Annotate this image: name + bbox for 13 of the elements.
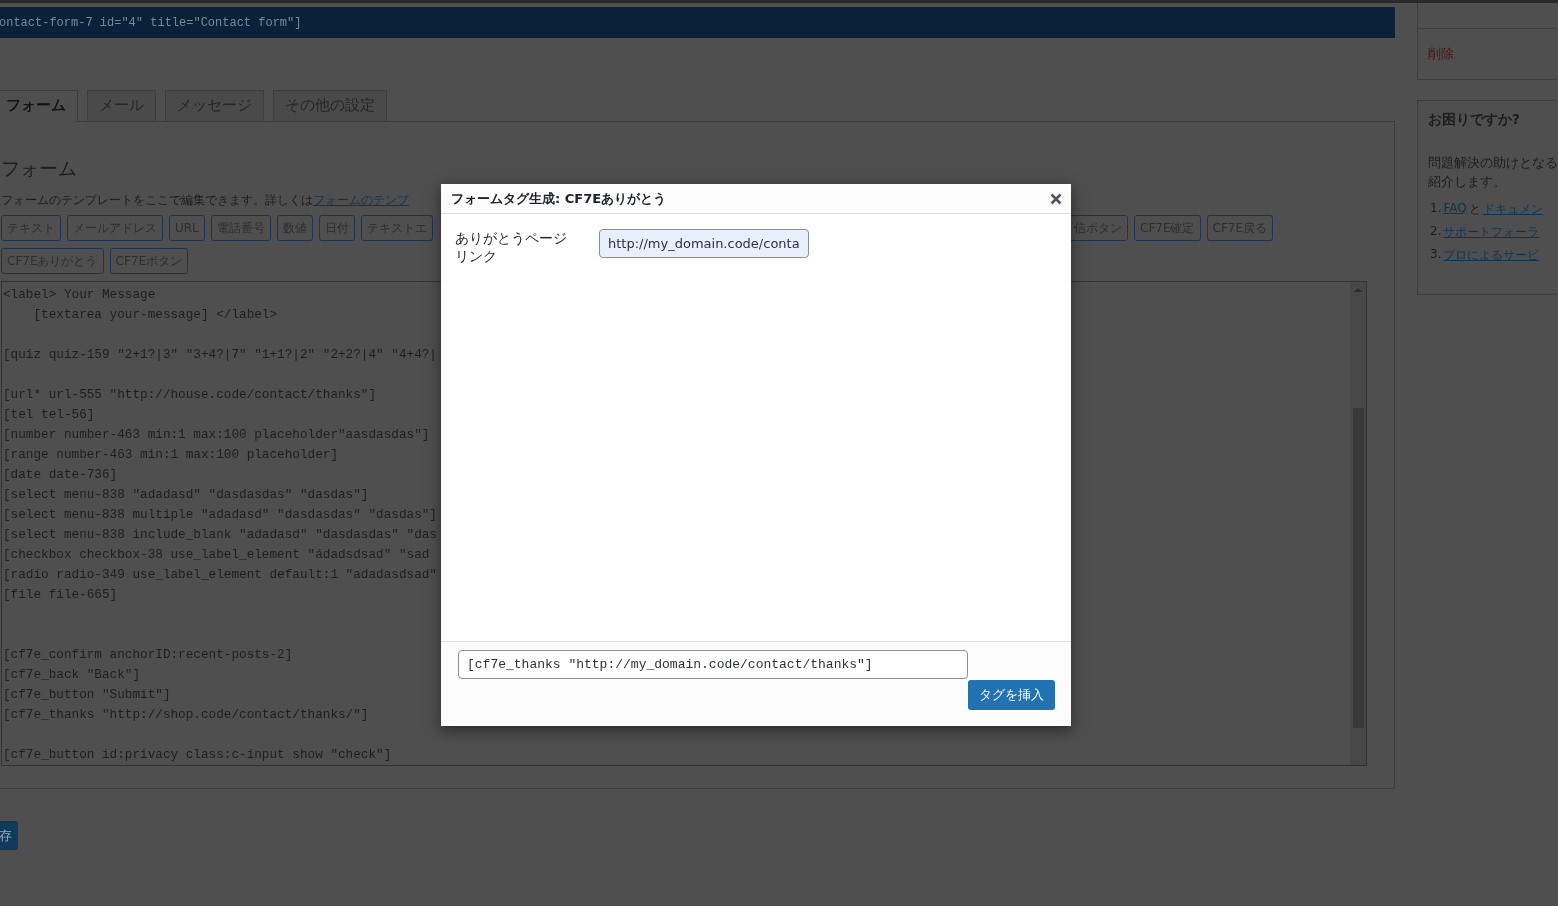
field-label: ありがとうページリンク xyxy=(455,229,568,265)
scrollbar[interactable] xyxy=(1350,282,1366,765)
tab[interactable]: フォーム xyxy=(0,90,78,122)
save-button[interactable]: 存 xyxy=(0,821,18,850)
shortcode-bar: ontact-form-7 id="4" title="Contact form"] xyxy=(0,7,1395,38)
tag-output-field[interactable]: [cf7e_thanks "http://my_domain.code/contact/thanks"] xyxy=(458,650,968,679)
dialog-title: フォームタグ生成: CF7Eありがとう xyxy=(451,189,667,208)
help-link[interactable]: FAQ xyxy=(1443,201,1467,218)
help-link[interactable]: サポートフォーラ xyxy=(1443,224,1540,241)
insert-tag-button[interactable]: タグを挿入 xyxy=(968,680,1055,710)
url-field[interactable]: http://my_domain.code/conta xyxy=(599,229,809,258)
close-icon[interactable] xyxy=(1050,192,1062,205)
help-link[interactable]: ドキュメン xyxy=(1482,201,1543,218)
